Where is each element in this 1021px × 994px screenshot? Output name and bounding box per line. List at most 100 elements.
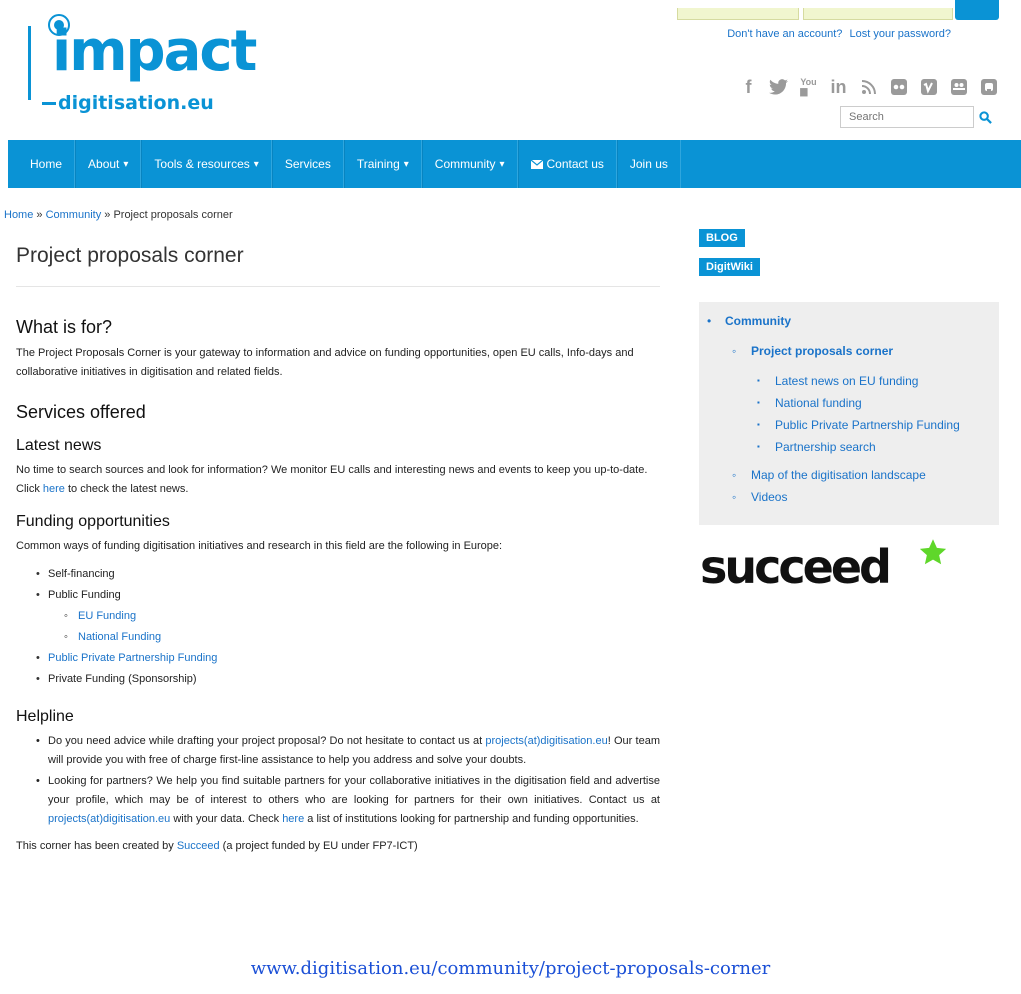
footer-note-a: This corner has been created by (16, 840, 177, 852)
helpline-text: with your data. Check (170, 813, 283, 825)
breadcrumb-home[interactable]: Home (4, 209, 33, 221)
ppp-funding-link[interactable]: Public Private Partnership Funding (48, 652, 217, 664)
list-item: National Funding (64, 627, 660, 648)
breadcrumb-community[interactable]: Community (46, 209, 102, 221)
nav-label: Home (30, 157, 63, 171)
funding-heading: Funding opportunities (16, 513, 170, 530)
nav-label: Community (434, 157, 496, 171)
national-funding-link[interactable]: National Funding (78, 631, 161, 643)
digitwiki-badge-link[interactable]: DigitWiki (699, 258, 760, 276)
linkedin-icon[interactable]: in (828, 76, 849, 98)
chevron-down-icon: ▾ (253, 158, 259, 170)
sidebar-item-map[interactable]: Map of the digitisation landscape (725, 464, 999, 486)
helpline-text: Do you need advice while drafting your p… (48, 735, 486, 747)
latest-news-here-link[interactable]: here (43, 483, 65, 495)
nav-community[interactable]: Community ▾ (421, 140, 518, 188)
nav-label: Services (284, 157, 331, 171)
nav-join-us[interactable]: Join us (616, 140, 681, 188)
list-item: Do you need advice while drafting your p… (36, 732, 660, 770)
helpline-text: a list of institutions looking for partn… (304, 813, 639, 825)
funding-list: Self-financing Public Funding EU Funding… (36, 564, 660, 690)
register-link[interactable]: Don't have an account? (727, 28, 842, 40)
list-item: Public Private Partnership Funding (36, 648, 660, 669)
sidebar-item-videos[interactable]: Videos (725, 486, 999, 508)
footer-note: This corner has been created by Succeed … (16, 837, 660, 856)
sidebar-item-label: Partnership search (775, 440, 876, 454)
breadcrumb-separator: » (101, 209, 114, 221)
nav-services[interactable]: Services (271, 140, 344, 188)
sidebar-item-latest-news[interactable]: Latest news on EU funding (751, 370, 999, 392)
breadcrumb-current: Project proposals corner (113, 209, 233, 221)
youtube-icon[interactable]: You ▆ (798, 76, 819, 98)
helpline-text: Looking for partners? We help you find s… (48, 775, 660, 806)
sidebar-item-ppp-funding[interactable]: Public Private Partnership Funding (751, 414, 999, 436)
helpline-heading: Helpline (16, 708, 74, 725)
star-icon (919, 539, 947, 565)
github-icon[interactable] (978, 76, 999, 98)
rss-icon[interactable] (858, 76, 879, 98)
what-is-for-heading: What is for? (16, 317, 113, 337)
vimeo-icon[interactable] (918, 76, 939, 98)
search-input[interactable] (840, 106, 974, 128)
sidebar-item-label: Latest news on EU funding (775, 374, 919, 388)
sidebar-item-partnership-search[interactable]: Partnership search (751, 436, 999, 458)
blog-badge-link[interactable]: BLOG (699, 229, 745, 247)
succeed-link[interactable]: Succeed (177, 840, 220, 852)
footer-note-b: (a project funded by EU under FP7-ICT) (219, 840, 418, 852)
envelope-icon (530, 159, 543, 169)
list-item: Public Funding EU Funding National Fundi… (36, 585, 660, 648)
social-icons: f You ▆ in (738, 76, 999, 98)
logo-word: impact (52, 19, 257, 84)
sidebar-item-label: Project proposals corner (751, 344, 894, 358)
nav-contact-us[interactable]: Contact us (517, 140, 617, 188)
nav-label: Tools & resources (154, 157, 250, 171)
sidebar-item-project-proposals[interactable]: Project proposals corner Latest news on … (725, 340, 999, 458)
logo-subtitle: digitisation.eu (58, 92, 214, 114)
site-logo[interactable]: impact digitisation.eu (28, 12, 268, 122)
email-link[interactable]: projects(at)digitisation.eu (485, 735, 607, 747)
sidebar-item-national-funding[interactable]: National funding (751, 392, 999, 414)
nav-tools-resources[interactable]: Tools & resources ▾ (141, 140, 272, 188)
search-button[interactable] (974, 106, 996, 128)
sidebar-item-label: Map of the digitisation landscape (751, 468, 926, 482)
eu-funding-link[interactable]: EU Funding (78, 610, 136, 622)
login-username-field[interactable] (677, 8, 799, 20)
nav-training[interactable]: Training ▾ (343, 140, 422, 188)
login-password-field[interactable] (803, 8, 953, 20)
nav-about[interactable]: About ▾ (75, 140, 142, 188)
list-item-label: Public Funding (48, 589, 121, 601)
list-item: Private Funding (Sponsorship) (36, 669, 660, 690)
helpline-list: Do you need advice while drafting your p… (36, 732, 660, 829)
institutions-here-link[interactable]: here (282, 813, 304, 825)
breadcrumb-separator: » (33, 209, 46, 221)
services-heading: Services offered (16, 402, 146, 422)
list-item: EU Funding (64, 606, 660, 627)
nav-label: Join us (629, 157, 668, 171)
chevron-down-icon: ▾ (403, 158, 409, 170)
succeed-logo-word: succeed (700, 540, 892, 594)
sidebar-item-community[interactable]: Community Project proposals corner Lates… (699, 310, 999, 508)
nav-home[interactable]: Home (8, 140, 76, 188)
logo-bracket (28, 26, 42, 100)
login-button[interactable] (955, 0, 999, 20)
succeed-logo[interactable]: succeed (700, 539, 960, 594)
chevron-down-icon: ▾ (123, 158, 129, 170)
slideshare-icon[interactable] (948, 76, 969, 98)
search-box (840, 106, 1000, 128)
funding-intro: Common ways of funding digitisation init… (16, 540, 503, 552)
what-is-for-text: The Project Proposals Corner is your gat… (16, 347, 634, 378)
email-link[interactable]: projects(at)digitisation.eu (48, 813, 170, 825)
page-title: Project proposals corner (16, 232, 660, 287)
chevron-down-icon: ▾ (499, 158, 505, 170)
main-content: Project proposals corner What is for? Th… (16, 232, 660, 856)
sidebar-item-label: Community (725, 314, 791, 328)
search-icon (978, 110, 992, 124)
nav-label: Training (356, 157, 400, 171)
lost-password-link[interactable]: Lost your password? (850, 28, 952, 40)
flickr-icon[interactable] (888, 76, 909, 98)
sidebar-item-label: Public Private Partnership Funding (775, 418, 960, 432)
twitter-icon[interactable] (768, 76, 789, 98)
facebook-icon[interactable]: f (738, 76, 759, 98)
list-item: Self-financing (36, 564, 660, 585)
breadcrumb: Home » Community » Project proposals cor… (4, 209, 233, 221)
